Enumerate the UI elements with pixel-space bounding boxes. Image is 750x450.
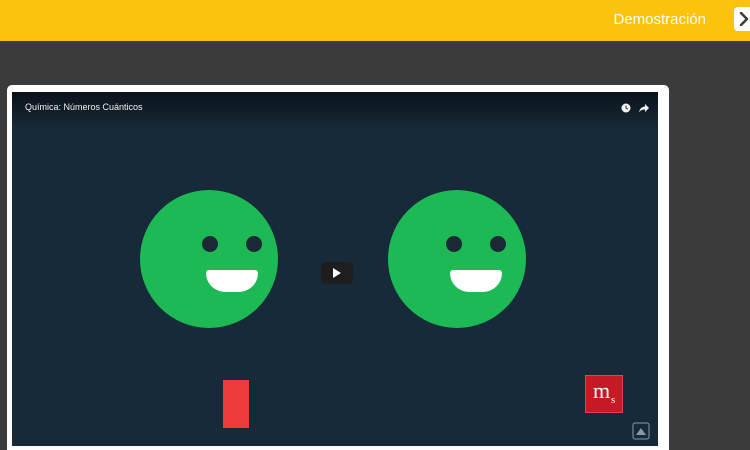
chevron-right-icon	[739, 12, 749, 26]
eye	[202, 236, 218, 252]
mouth	[206, 270, 258, 292]
smiley-face-right	[388, 190, 526, 328]
eye	[490, 236, 506, 252]
smiley-face-left	[140, 190, 278, 328]
video-title[interactable]: Química: Números Cuánticos	[25, 102, 143, 113]
red-rectangle	[223, 380, 249, 428]
brand-logo-main: m	[593, 378, 611, 403]
video-player[interactable]: Química: Números Cuánticos m s	[12, 92, 658, 446]
share-icon[interactable]	[638, 102, 650, 114]
next-button[interactable]	[734, 7, 750, 31]
brand-logo: m s	[585, 375, 623, 413]
eye	[246, 236, 262, 252]
mouth	[450, 270, 502, 292]
brand-logo-sub: s	[611, 394, 616, 406]
eye	[446, 236, 462, 252]
top-bar: Demostración	[0, 0, 750, 41]
topbar-title: Demostración	[613, 11, 706, 28]
watermark-icon	[632, 422, 650, 440]
clock-icon[interactable]	[621, 103, 631, 113]
play-button[interactable]	[321, 262, 353, 284]
play-icon	[333, 268, 341, 278]
